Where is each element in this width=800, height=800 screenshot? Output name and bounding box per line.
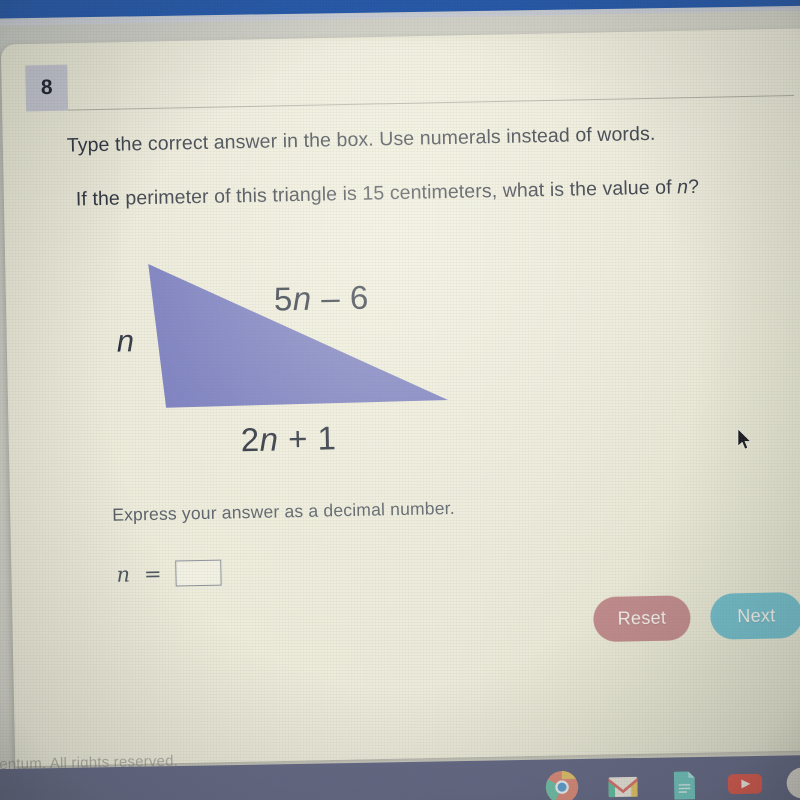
triangle-label-left-side: n — [116, 323, 134, 359]
youtube-icon[interactable] — [724, 766, 767, 800]
base-coef: 2 — [240, 420, 260, 459]
answer-variable-label: n — [116, 562, 131, 587]
triangle-label-base: 2n + 1 — [240, 419, 336, 459]
circle-app-icon[interactable] — [784, 765, 800, 800]
answer-input[interactable] — [175, 559, 222, 587]
chrome-icon[interactable] — [544, 769, 581, 800]
triangle-label-hypotenuse: 5n – 6 — [274, 279, 370, 319]
triangle-label-n-text: n — [116, 323, 135, 359]
hyp-var: n — [292, 279, 313, 318]
screenshot-photo-of-screen: 8 Type the correct answer in the box. Us… — [0, 0, 800, 800]
hyp-rest: – 6 — [311, 278, 370, 317]
answer-row: n = — [116, 559, 222, 588]
gmail-icon[interactable] — [605, 768, 642, 800]
reset-button[interactable]: Reset — [592, 595, 691, 643]
equals-sign: = — [143, 561, 162, 587]
hyp-coef: 5 — [273, 280, 294, 318]
question-content: 8 Type the correct answer in the box. Us… — [0, 0, 800, 800]
docs-icon[interactable] — [666, 767, 703, 800]
next-button[interactable]: Next — [709, 591, 800, 640]
mouse-cursor — [737, 429, 752, 450]
base-var: n — [259, 420, 279, 458]
triangle-figure — [148, 264, 449, 408]
base-rest: + 1 — [278, 419, 337, 458]
